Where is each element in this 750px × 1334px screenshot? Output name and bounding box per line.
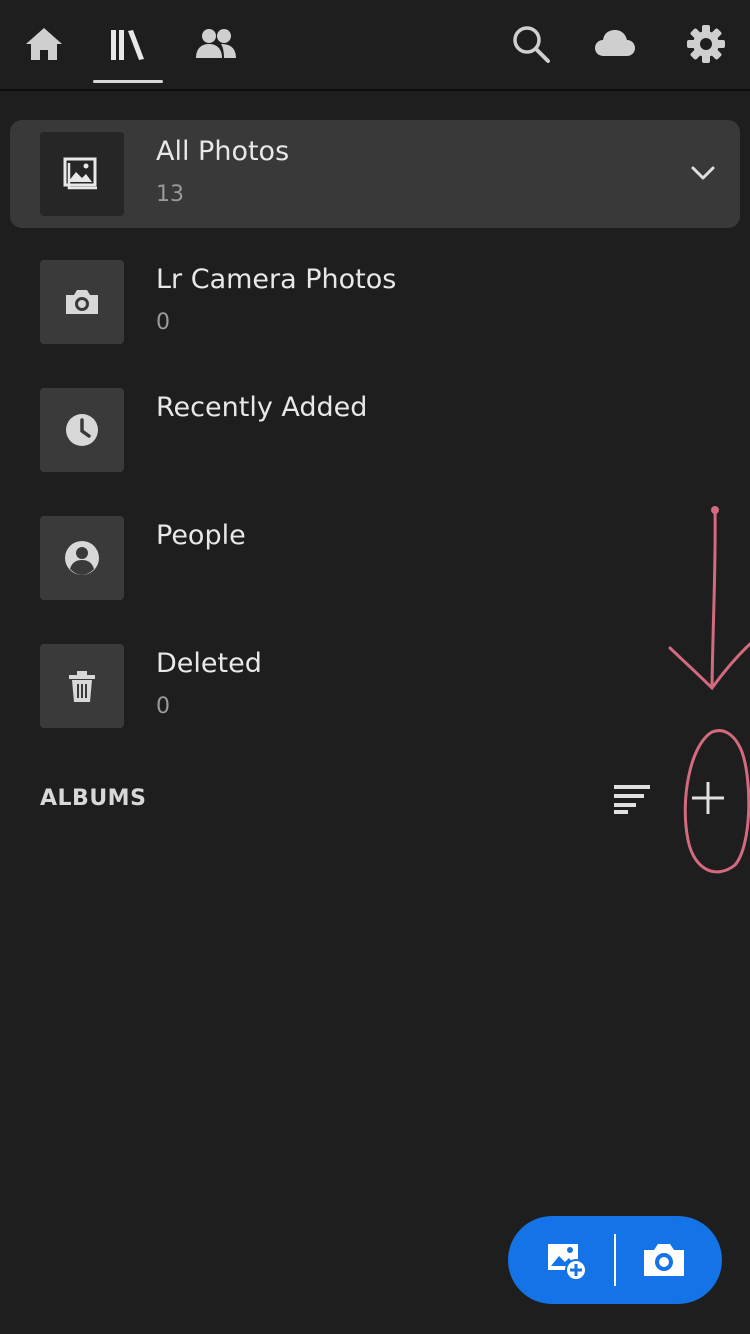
gear-icon[interactable]	[684, 22, 728, 66]
sort-icon[interactable]	[612, 783, 652, 815]
source-count: 0	[156, 310, 170, 335]
add-album-icon[interactable]	[688, 778, 728, 818]
cloud-icon[interactable]	[593, 22, 637, 66]
add-photo-icon	[548, 1244, 587, 1281]
source-row-all-photos[interactable]: All Photos 13	[10, 120, 740, 228]
import-capture-fab	[508, 1216, 722, 1304]
camera-icon	[644, 1244, 684, 1276]
albums-section-title: ALBUMS	[40, 786, 147, 811]
source-title: All Photos	[156, 136, 290, 167]
library-icon[interactable]	[106, 22, 150, 66]
home-icon[interactable]	[22, 22, 66, 66]
source-count: 13	[156, 182, 184, 207]
add-photos-button[interactable]	[536, 1230, 596, 1290]
source-row-recently-added[interactable]: Recently Added	[10, 376, 740, 484]
source-row-people[interactable]: People	[10, 504, 740, 612]
search-icon[interactable]	[509, 22, 553, 66]
source-count: 0	[156, 694, 170, 719]
fab-divider	[614, 1234, 616, 1286]
source-title: People	[156, 520, 246, 551]
person-icon	[40, 516, 124, 600]
source-title: Deleted	[156, 648, 262, 679]
source-title: Recently Added	[156, 392, 368, 423]
people-icon[interactable]	[194, 22, 238, 66]
camera-capture-button[interactable]	[634, 1230, 694, 1290]
top-nav-bar	[0, 0, 750, 91]
source-row-lr-camera-photos[interactable]: Lr Camera Photos 0	[10, 248, 740, 356]
active-tab-indicator	[93, 80, 163, 83]
source-row-deleted[interactable]: Deleted 0	[10, 632, 740, 740]
photos-icon	[40, 132, 124, 216]
source-title: Lr Camera Photos	[156, 264, 397, 295]
camera-icon	[40, 260, 124, 344]
chevron-down-icon[interactable]	[688, 158, 718, 188]
clock-icon	[40, 388, 124, 472]
trash-icon	[40, 644, 124, 728]
